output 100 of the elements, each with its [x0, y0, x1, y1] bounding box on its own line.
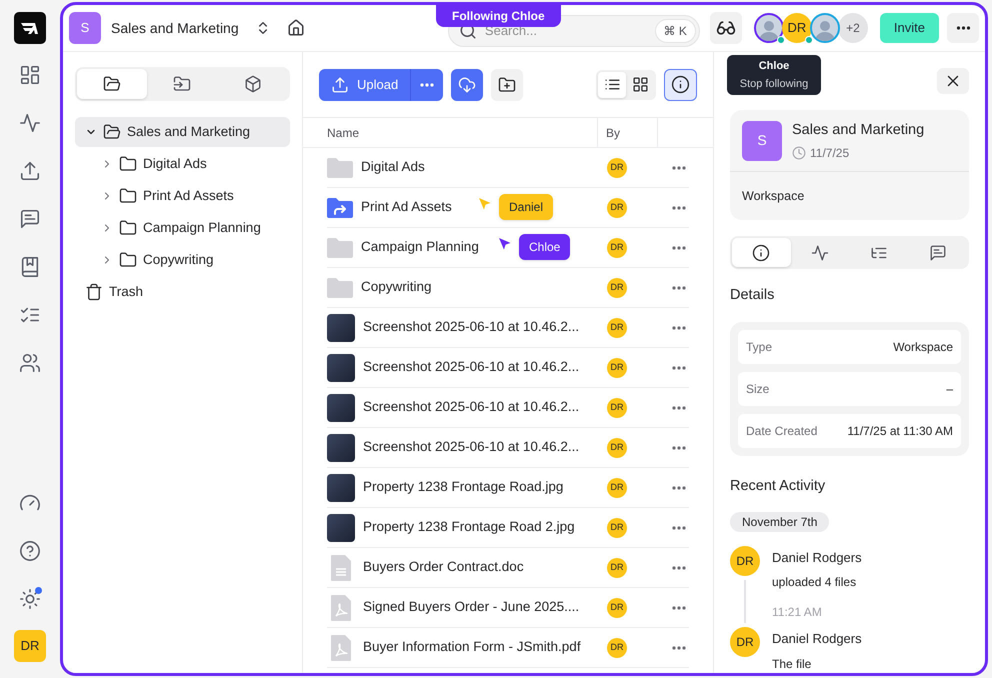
activity-user: Daniel Rodgers: [772, 630, 862, 648]
chat-icon[interactable]: [19, 208, 41, 230]
photo-thumbnail: [327, 314, 355, 342]
file-name[interactable]: Screenshot 2025-06-10 at 10.46.2...: [363, 357, 580, 378]
more-icon: [672, 606, 686, 610]
more-icon: [672, 526, 686, 530]
user-avatar[interactable]: DR: [14, 630, 46, 662]
date-chip: November 7th: [730, 512, 830, 532]
more-icon: [672, 166, 686, 170]
photo-thumbnail: [327, 394, 355, 422]
app-logo[interactable]: [14, 12, 46, 44]
activity-text: The file: [772, 656, 812, 673]
pdf-file-icon: [331, 634, 351, 660]
photo-thumbnail: [327, 474, 355, 502]
folder-icon: [327, 276, 353, 298]
file-name[interactable]: Screenshot 2025-06-10 at 10.46.2...: [363, 317, 580, 338]
owner-avatar: DR: [607, 318, 627, 338]
more-icon: [956, 26, 970, 30]
user-avatar[interactable]: [810, 13, 840, 43]
folder-plus-icon: [498, 76, 516, 94]
user-avatar: DR: [730, 546, 760, 576]
person-silhouette-icon: [758, 19, 779, 41]
file-name[interactable]: Property 1238 Frontage Road 2.jpg: [363, 517, 575, 538]
tree-tab[interactable]: [77, 69, 148, 99]
users-icon[interactable]: [19, 352, 41, 374]
column-header[interactable]: By: [597, 118, 658, 147]
owner-avatar: DR: [607, 638, 627, 658]
book-icon[interactable]: [19, 256, 41, 278]
property-value: –: [946, 381, 953, 398]
owner-avatar: DR: [607, 398, 627, 418]
tree-item[interactable]: Digital Ads: [75, 149, 290, 179]
file-name[interactable]: Buyer Information Form - JSmith.pdf: [363, 637, 581, 658]
tree-item[interactable]: Trash: [75, 277, 290, 307]
item-type: Workspace: [742, 188, 804, 206]
file-name[interactable]: Screenshot 2025-06-10 at 10.46.2...: [363, 397, 580, 418]
close-button[interactable]: [937, 68, 969, 94]
user-avatar[interactable]: [754, 13, 784, 43]
more-icon: [672, 366, 686, 370]
folder-icon: [103, 75, 122, 93]
more-icon: [420, 82, 434, 86]
info-button[interactable]: [664, 68, 697, 100]
photo-thumbnail: [327, 354, 355, 382]
stop-following-link[interactable]: Stop following: [740, 76, 808, 92]
file-name[interactable]: Campaign Planning: [361, 237, 479, 258]
document-icon: [331, 554, 351, 580]
cube-icon: [244, 75, 262, 93]
details-tab[interactable]: [732, 238, 791, 267]
folder-icon: [327, 236, 353, 258]
workspace-avatar: S: [69, 12, 101, 44]
file-name[interactable]: Digital Ads: [361, 157, 425, 178]
file-name[interactable]: Property 1238 Frontage Road.jpg: [363, 477, 564, 498]
help-icon[interactable]: [19, 540, 41, 562]
info-icon: [752, 244, 770, 262]
upload-icon[interactable]: [19, 160, 41, 182]
user-avatar: DR: [730, 627, 760, 658]
home-icon[interactable]: [286, 19, 305, 37]
activity-icon[interactable]: [19, 112, 41, 134]
view-option[interactable]: [598, 72, 626, 98]
download-button[interactable]: [451, 68, 484, 100]
owner-avatar: DR: [607, 278, 627, 298]
file-name[interactable]: Copywriting: [361, 277, 432, 298]
shortcut-hint: ⌘ K: [654, 19, 696, 43]
folder-icon: [327, 156, 353, 178]
more-icon: [672, 286, 686, 290]
file-name[interactable]: Buyers Order Contract.doc: [363, 557, 524, 578]
folder-icon: [119, 251, 137, 269]
pointer-cursor-icon: [477, 196, 493, 212]
activity-text: uploaded 4 files: [772, 574, 858, 592]
more-icon: [672, 446, 686, 450]
activity-user: Daniel Rodgers: [772, 548, 862, 567]
more-icon: [672, 566, 686, 570]
tree-item[interactable]: Print Ad Assets: [75, 181, 290, 211]
more-icon: [672, 246, 686, 250]
sun-icon[interactable]: [19, 588, 41, 610]
more-button[interactable]: [947, 13, 979, 43]
more-icon: [672, 406, 686, 410]
property-label: Date Created: [746, 423, 818, 440]
user-avatar[interactable]: DR: [782, 13, 812, 43]
file-name[interactable]: Print Ad Assets: [361, 197, 452, 218]
file-name[interactable]: Screenshot 2025-06-10 at 10.46.2...: [363, 437, 580, 458]
follow-button[interactable]: [710, 12, 742, 44]
tree-item[interactable]: Copywriting: [75, 245, 290, 275]
owner-avatar: DR: [607, 358, 627, 378]
grid-icon: [632, 76, 648, 93]
folder-open-icon: [103, 123, 121, 141]
pdf-file-icon: [331, 594, 351, 620]
file-name[interactable]: Signed Buyers Order - June 2025....: [363, 597, 580, 618]
owner-avatar: DR: [607, 598, 627, 618]
new-folder-button[interactable]: [491, 68, 524, 100]
column-header[interactable]: Name: [303, 118, 597, 147]
cursor-label: Chloe: [519, 234, 570, 260]
more-users-count[interactable]: +2: [838, 13, 868, 43]
tree-item[interactable]: Campaign Planning: [75, 213, 290, 243]
owner-avatar: DR: [607, 438, 627, 458]
invite-button[interactable]: Invite: [880, 13, 939, 43]
more-icon: [672, 326, 686, 330]
workspace-name[interactable]: Sales and Marketing: [111, 18, 239, 38]
upload-button[interactable]: Upload: [319, 68, 412, 100]
tree-item[interactable]: Sales and Marketing: [75, 117, 290, 147]
dashboard-icon[interactable]: [19, 64, 41, 86]
